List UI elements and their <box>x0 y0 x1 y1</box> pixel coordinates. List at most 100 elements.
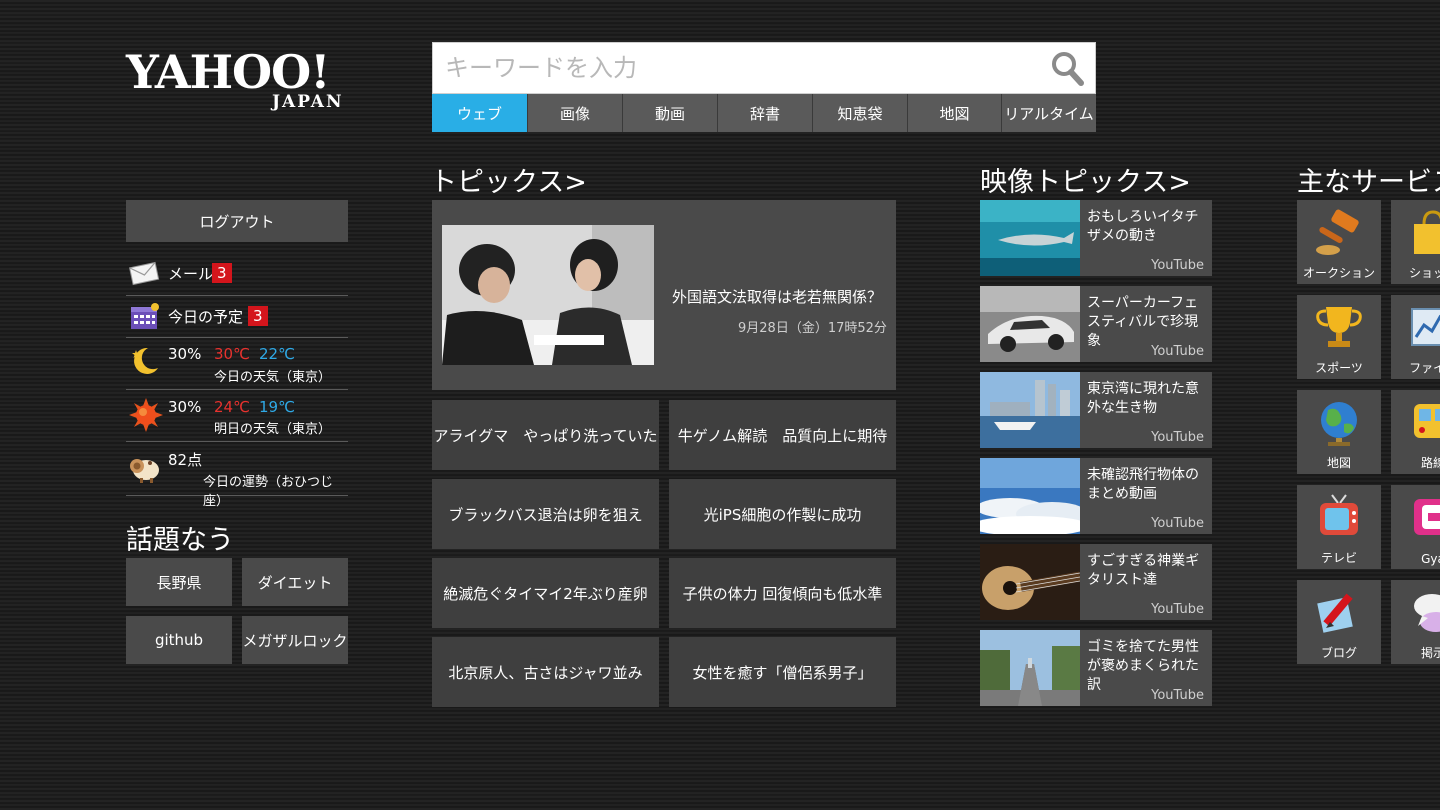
today-rain-chance: 30% <box>168 345 202 363</box>
trophy-icon <box>1316 307 1362 347</box>
fortune-label: 今日の運勢（おひつじ座） <box>203 475 334 509</box>
tomorrow-low-temp: 19℃ <box>259 398 295 416</box>
topic-item[interactable]: 女性を癒す「僧侶系男子」 <box>669 637 896 707</box>
trending-tag[interactable]: ダイエット <box>242 558 348 606</box>
topic-item[interactable]: アライグマ やっぱり洗っていた <box>432 400 659 470</box>
service-tile[interactable]: スポーツ <box>1297 295 1381 379</box>
tab-video[interactable]: 動画 <box>622 94 717 132</box>
tab-web[interactable]: ウェブ <box>432 94 527 132</box>
video-source: YouTube <box>1151 430 1204 445</box>
service-label: 地図 <box>1326 456 1351 470</box>
service-label: オークション <box>1302 266 1375 280</box>
calendar-icon <box>131 303 159 329</box>
video-item[interactable]: 東京湾に現れた意外な生き物 YouTube <box>980 372 1212 448</box>
video-source: YouTube <box>1151 602 1204 617</box>
featured-topic[interactable]: 外国語文法取得は老若無関係？ 9月28日（金）17時52分 <box>432 200 896 390</box>
video-title: ゴミを捨てた男性が褒めまくられた訳 <box>1087 639 1199 693</box>
search-box <box>432 42 1096 94</box>
topic-item[interactable]: 牛ゲノム解読 品質向上に期待 <box>669 400 896 470</box>
weather-tomorrow[interactable]: 30% 24℃ 19℃ 明日の天気（東京） <box>126 390 348 442</box>
tab-dictionary[interactable]: 辞書 <box>717 94 812 132</box>
topic-item[interactable]: 光iPS細胞の作製に成功 <box>669 479 896 549</box>
logout-button[interactable]: ログアウト <box>126 200 348 242</box>
video-item[interactable]: スーパーカーフェスティバルで珍現象 YouTube <box>980 286 1212 362</box>
video-thumbnail-tokyo-bay <box>980 372 1080 448</box>
video-title: おもしろいイタチザメの動き <box>1087 209 1199 244</box>
service-label: ファイナ <box>1409 361 1440 375</box>
video-item[interactable]: ゴミを捨てた男性が褒めまくられた訳 YouTube <box>980 630 1212 706</box>
video-item[interactable]: おもしろいイタチザメの動き YouTube <box>980 200 1212 276</box>
video-item[interactable]: すごすぎる神業ギタリスト達 YouTube <box>980 544 1212 620</box>
service-tile[interactable]: 地図 <box>1297 390 1381 474</box>
service-tile[interactable]: ブログ <box>1297 580 1381 664</box>
video-thumbnail-shark <box>980 200 1080 276</box>
video-title: スーパーカーフェスティバルで珍現象 <box>1087 295 1199 349</box>
topic-item[interactable]: 絶滅危ぐタイマイ2年ぶり産卵 <box>432 558 659 628</box>
mail-link[interactable]: メール 3 <box>126 254 348 296</box>
schedule-count-badge: 3 <box>248 306 268 326</box>
service-label: 路線 <box>1420 456 1440 470</box>
video-item[interactable]: 未確認飛行物体のまとめ動画 YouTube <box>980 458 1212 534</box>
fortune-link[interactable]: 82点 今日の運勢（おひつじ座） <box>126 442 348 509</box>
service-label: Gya <box>1421 552 1440 566</box>
topics-title[interactable]: トピックス> <box>430 160 587 199</box>
today-weather-label: 今日の天気（東京） <box>214 370 332 385</box>
sun-icon <box>129 398 163 432</box>
featured-topic-photo <box>442 225 654 365</box>
tab-chiebukuro[interactable]: 知恵袋 <box>812 94 907 132</box>
train-icon <box>1414 404 1440 438</box>
gyao-icon <box>1414 499 1440 535</box>
service-label: ショッピ <box>1408 266 1440 280</box>
logo-wordmark: YAHOO! <box>126 45 330 99</box>
topic-item[interactable]: 子供の体力 回復傾向も低水準 <box>669 558 896 628</box>
video-title: すごすぎる神業ギタリスト達 <box>1087 553 1200 588</box>
logo-subtitle: JAPAN <box>272 92 344 112</box>
service-tile[interactable]: オークション <box>1297 200 1381 284</box>
service-tile[interactable]: ファイナ <box>1391 295 1440 379</box>
service-tile[interactable]: Gya <box>1391 485 1440 569</box>
tab-map[interactable]: 地図 <box>907 94 1001 132</box>
video-title: 未確認飛行物体のまとめ動画 <box>1087 467 1199 502</box>
video-thumbnail-street <box>980 630 1080 706</box>
topic-item[interactable]: 北京原人、古さはジャワ並み <box>432 637 659 707</box>
moon-icon <box>132 347 158 374</box>
video-source: YouTube <box>1151 516 1204 531</box>
service-tile[interactable]: テレビ <box>1297 485 1381 569</box>
search-button[interactable] <box>1045 47 1089 89</box>
today-high-temp: 30℃ <box>214 345 250 363</box>
tomorrow-rain-chance: 30% <box>168 398 202 416</box>
finance-chart-icon <box>1411 308 1440 346</box>
tab-realtime[interactable]: リアルタイム <box>1001 94 1096 132</box>
video-title: 東京湾に現れた意外な生き物 <box>1087 381 1199 416</box>
video-thumbnail-guitar <box>980 544 1080 620</box>
featured-topic-date: 9月28日（金）17時52分 <box>738 321 887 336</box>
video-topics-title[interactable]: 映像トピックス> <box>980 160 1191 199</box>
trending-title: 話題なう <box>126 525 234 556</box>
video-thumbnail-ufo <box>980 458 1080 534</box>
topic-item[interactable]: ブラックバス退治は卵を狙え <box>432 479 659 549</box>
service-tile[interactable]: ショッピ <box>1391 200 1440 284</box>
weather-today[interactable]: 30% 30℃ 22℃ 今日の天気（東京） <box>126 338 348 390</box>
video-source: YouTube <box>1151 688 1204 703</box>
tomorrow-weather-label: 明日の天気（東京） <box>214 422 332 437</box>
trending-tag[interactable]: メガザルロック <box>242 616 348 664</box>
services-title: 主なサービス <box>1297 167 1440 198</box>
trending-tag[interactable]: 長野県 <box>126 558 232 606</box>
tomorrow-high-temp: 24℃ <box>214 398 250 416</box>
blog-pen-icon <box>1317 593 1353 633</box>
today-low-temp: 22℃ <box>259 345 295 363</box>
tab-images[interactable]: 画像 <box>527 94 622 132</box>
video-source: YouTube <box>1151 258 1204 273</box>
service-tile[interactable]: 路線 <box>1391 390 1440 474</box>
fortune-score: 82点 <box>168 451 203 469</box>
trending-tag[interactable]: github <box>126 616 232 664</box>
schedule-link[interactable]: 今日の予定 3 <box>126 296 348 338</box>
search-icon <box>1052 52 1084 86</box>
yahoo-japan-logo[interactable]: YAHOO! JAPAN <box>126 46 376 116</box>
service-label: テレビ <box>1320 551 1357 565</box>
search-input[interactable] <box>433 43 1033 93</box>
globe-icon <box>1321 402 1357 446</box>
service-label: スポーツ <box>1315 361 1363 375</box>
service-tile[interactable]: 掲示 <box>1391 580 1440 664</box>
chat-bubble-icon <box>1414 594 1440 632</box>
